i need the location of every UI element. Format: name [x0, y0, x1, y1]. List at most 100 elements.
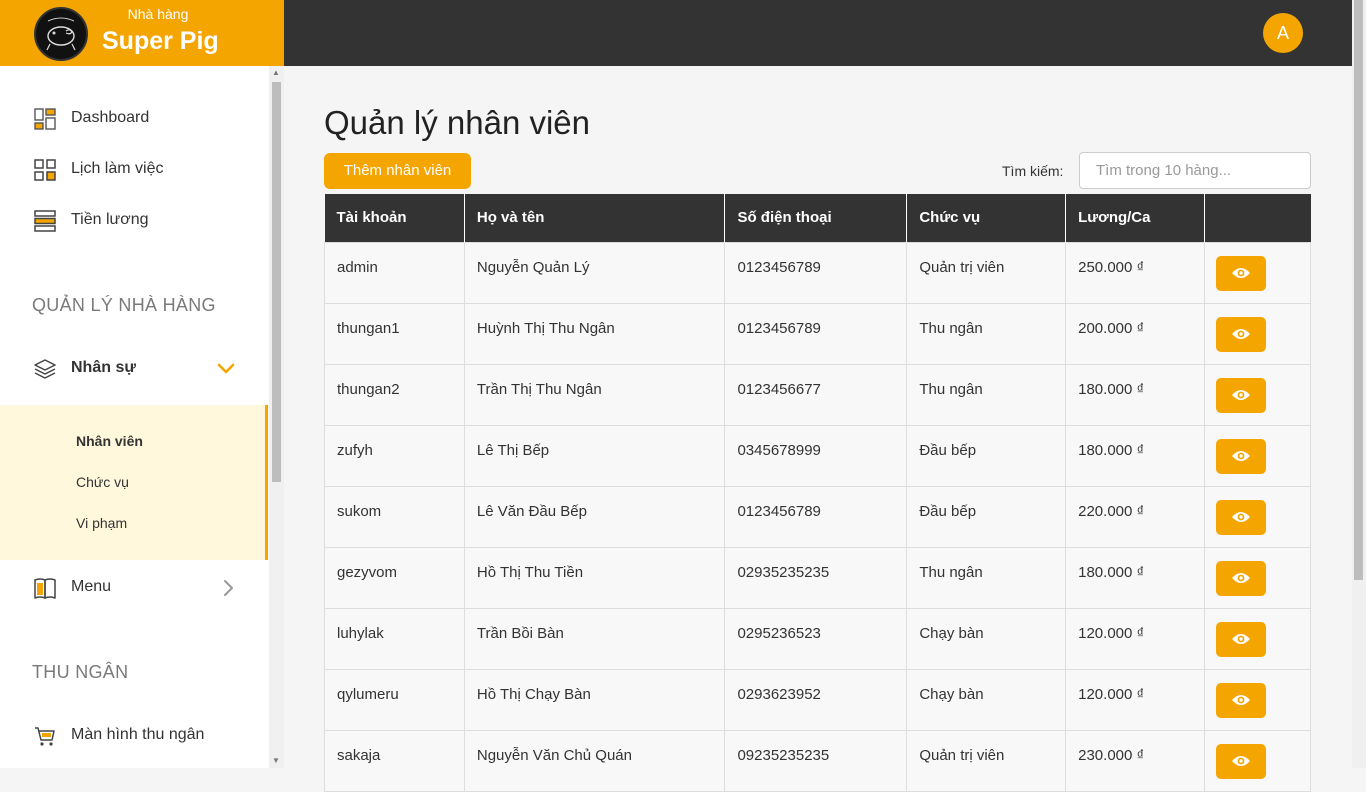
cell-phone: 0295236523 — [724, 607, 908, 670]
cell-phone: 0345678999 — [724, 424, 908, 487]
cell-wage: 180.000 ₫ — [1065, 363, 1206, 426]
submenu-item-violations[interactable]: Vi phạm — [76, 515, 127, 531]
cell-fullname: Hồ Thị Chạy Bàn — [463, 668, 726, 731]
cell-phone: 02935235235 — [724, 546, 908, 609]
cell-actions — [1204, 485, 1311, 548]
cell-position: Thu ngân — [906, 363, 1067, 426]
topbar: A — [284, 0, 1352, 66]
cell-fullname: Lê Thị Bếp — [463, 424, 726, 487]
cell-account: admin — [324, 241, 465, 304]
scroll-up-arrow-icon[interactable]: ▲ — [272, 68, 280, 77]
submenu-item-employees[interactable]: Nhân viên — [76, 433, 143, 449]
sidebar-item-schedule[interactable]: Lịch làm việc — [0, 150, 268, 190]
cell-actions — [1204, 668, 1311, 731]
cell-actions — [1204, 607, 1311, 670]
cell-fullname: Trần Bồi Bàn — [463, 607, 726, 670]
section-title-cashier: THU NGÂN — [32, 662, 129, 682]
cell-account: qylumeru — [324, 668, 465, 731]
cell-position: Quản trị viên — [906, 729, 1067, 792]
view-employee-button[interactable] — [1216, 743, 1267, 779]
view-employee-button[interactable] — [1216, 499, 1267, 535]
salary-icon — [34, 210, 56, 232]
eye-icon — [1232, 633, 1251, 644]
sidebar-item-label: Dashboard — [71, 109, 150, 126]
table-header-row: Tài khoản Họ và tên Số điện thoại Chức v… — [324, 194, 1311, 242]
avatar[interactable]: A — [1263, 13, 1303, 53]
cell-account: thungan1 — [324, 302, 465, 365]
cell-wage: 120.000 ₫ — [1065, 668, 1206, 731]
sidebar-item-label: Tiền lương — [71, 211, 149, 228]
table-row: luhylak Trần Bồi Bàn 0295236523 Chạy bàn 120… — [324, 607, 1311, 670]
cell-wage: 200.000 ₫ — [1065, 302, 1206, 365]
cell-phone: 0123456789 — [724, 302, 908, 365]
view-employee-button[interactable] — [1216, 621, 1267, 657]
section-title-manage: QUẢN LÝ NHÀ HÀNG — [32, 295, 216, 315]
add-employee-button[interactable]: Thêm nhân viên — [324, 153, 471, 189]
chevron-right-icon[interactable] — [218, 578, 238, 598]
view-employee-button[interactable] — [1216, 560, 1267, 596]
cell-phone: 0123456789 — [724, 241, 908, 304]
column-header-phone[interactable]: Số điện thoại — [724, 194, 908, 242]
cell-phone: 09235235235 — [724, 729, 908, 792]
dashboard-icon — [34, 108, 56, 130]
cell-actions — [1204, 729, 1311, 792]
table-row: thungan1 Huỳnh Thị Thu Ngân 0123456789 Thu … — [324, 302, 1311, 365]
sidebar-item-label: Lịch làm việc — [71, 160, 164, 177]
book-icon — [34, 578, 56, 599]
view-employee-button[interactable] — [1216, 316, 1267, 352]
sidebar: Nhà hàng Super Pig Dashboard Lịch làm vi… — [0, 0, 284, 768]
cell-actions — [1204, 241, 1311, 304]
cell-account: sakaja — [324, 729, 465, 792]
scroll-down-arrow-icon[interactable]: ▼ — [272, 756, 280, 765]
eye-icon — [1232, 511, 1251, 522]
table-row: sakaja Nguyễn Văn Chủ Quán 09235235235 Quản… — [324, 729, 1311, 792]
brand-header[interactable]: Nhà hàng Super Pig — [0, 0, 284, 66]
view-employee-button[interactable] — [1216, 682, 1267, 718]
sidebar-item-label: Menu — [71, 578, 112, 595]
sidebar-item-salary[interactable]: Tiền lương — [0, 201, 268, 241]
employee-table: Tài khoản Họ và tên Số điện thoại Chức v… — [324, 194, 1311, 792]
eye-icon — [1232, 389, 1251, 400]
search-input[interactable] — [1079, 152, 1311, 189]
chevron-down-icon[interactable] — [216, 359, 236, 379]
table-row: qylumeru Hồ Thị Chạy Bàn 0293623952 Chạy bà… — [324, 668, 1311, 731]
search-label: Tìm kiếm: — [1002, 163, 1064, 179]
sidebar-scroll-thumb[interactable] — [272, 82, 281, 482]
cell-position: Thu ngân — [906, 546, 1067, 609]
column-header-position[interactable]: Chức vụ — [906, 194, 1067, 242]
brand-subtitle: Nhà hàng — [127, 6, 189, 22]
sidebar-item-label: Màn hình thu ngân — [71, 726, 205, 743]
submenu-item-positions[interactable]: Chức vụ — [76, 474, 129, 490]
cell-fullname: Huỳnh Thị Thu Ngân — [463, 302, 726, 365]
column-header-fullname[interactable]: Họ và tên — [464, 194, 726, 242]
sidebar-item-dashboard[interactable]: Dashboard — [0, 99, 268, 139]
eye-icon — [1232, 450, 1251, 461]
sidebar-item-menu[interactable]: Menu — [0, 568, 268, 608]
cell-account: gezyvom — [324, 546, 465, 609]
column-header-actions — [1205, 194, 1311, 242]
view-employee-button[interactable] — [1216, 377, 1267, 413]
view-employee-button[interactable] — [1216, 255, 1267, 291]
view-employee-button[interactable] — [1216, 438, 1267, 474]
cell-actions — [1204, 424, 1311, 487]
cell-position: Chạy bàn — [906, 668, 1067, 731]
cell-fullname: Nguyễn Quản Lý — [463, 241, 726, 304]
layers-icon — [34, 359, 56, 379]
cell-wage: 220.000 ₫ — [1065, 485, 1206, 548]
sidebar-item-hr[interactable]: Nhân sự — [0, 349, 268, 389]
table-row: zufyh Lê Thị Bếp 0345678999 Đầu bếp 180.000 … — [324, 424, 1311, 487]
cell-account: luhylak — [324, 607, 465, 670]
sidebar-item-cashier-screen[interactable]: Màn hình thu ngân — [0, 716, 268, 756]
cell-wage: 120.000 ₫ — [1065, 607, 1206, 670]
cell-fullname: Trần Thị Thu Ngân — [463, 363, 726, 426]
sidebar-item-label: Nhân sự — [71, 359, 136, 376]
eye-icon — [1232, 572, 1251, 583]
page-scroll-thumb[interactable] — [1354, 0, 1363, 580]
cart-icon — [35, 727, 55, 746]
column-header-account[interactable]: Tài khoản — [324, 194, 465, 242]
table-row: gezyvom Hồ Thị Thu Tiền 02935235235 Thu ngâ… — [324, 546, 1311, 609]
cell-account: thungan2 — [324, 363, 465, 426]
submenu-hr: Nhân viên Chức vụ Vi phạm — [0, 405, 268, 560]
cell-actions — [1204, 546, 1311, 609]
column-header-wage[interactable]: Lương/Ca — [1065, 194, 1206, 242]
